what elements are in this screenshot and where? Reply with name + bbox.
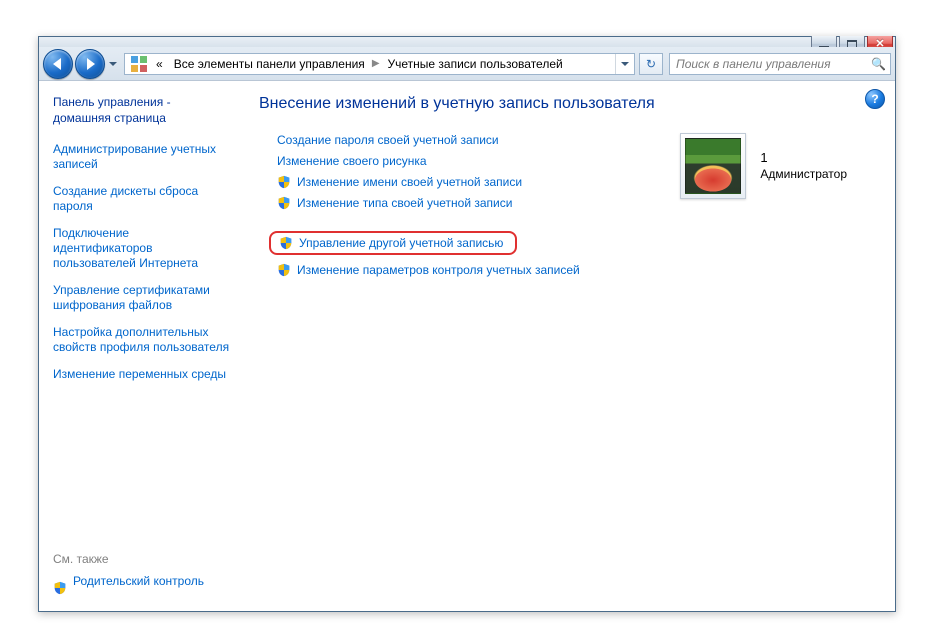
content-pane: ? Внесение изменений в учетную запись по… [241, 81, 895, 611]
address-bar: « Все элементы панели управления ▶ Учетн… [39, 47, 895, 81]
page-title: Внесение изменений в учетную запись поль… [259, 95, 877, 113]
see-also-link-row: Родительский контроль [53, 574, 231, 601]
chevron-down-icon [109, 62, 117, 66]
breadcrumb-prefix[interactable]: « [150, 54, 168, 74]
sidebar-link[interactable]: Создание дискеты сброса пароля [53, 184, 231, 214]
task-create-password[interactable]: Создание пароля своей учетной записи [277, 133, 499, 147]
account-tile[interactable]: 1 Администратор [680, 133, 847, 199]
back-button[interactable] [43, 49, 73, 79]
task-manage-other-account[interactable]: Управление другой учетной записью [299, 236, 503, 250]
shield-icon [279, 236, 293, 250]
task-row: Создание пароля своей учетной записи [277, 133, 580, 147]
search-input[interactable] [674, 56, 867, 72]
arrow-left-icon [53, 58, 61, 70]
breadcrumb[interactable]: « Все элементы панели управления ▶ Учетн… [124, 53, 635, 75]
parental-control-link[interactable]: Родительский контроль [73, 574, 204, 589]
avatar-frame [680, 133, 746, 199]
help-button[interactable]: ? [865, 89, 885, 109]
task-row: Изменение параметров контроля учетных за… [277, 263, 580, 277]
task-row: Изменение имени своей учетной записи [277, 175, 580, 189]
search-icon[interactable]: 🔍 [871, 57, 886, 71]
arrow-right-icon [87, 58, 95, 70]
task-change-picture[interactable]: Изменение своего рисунка [277, 154, 427, 168]
help-icon: ? [871, 92, 878, 106]
nav-history-dropdown[interactable] [107, 55, 119, 73]
window-chrome-top: ✕ [39, 37, 895, 47]
task-change-name[interactable]: Изменение имени своей учетной записи [297, 175, 522, 189]
main-row: Создание пароля своей учетной записи Изм… [259, 133, 877, 284]
shield-icon [277, 175, 291, 189]
refresh-button[interactable]: ↻ [639, 53, 663, 75]
highlighted-task: Управление другой учетной записью [269, 231, 517, 255]
task-change-type[interactable]: Изменение типа своей учетной записи [297, 196, 512, 210]
task-row: Изменение типа своей учетной записи [277, 196, 580, 210]
account-name: 1 [760, 150, 847, 167]
shield-icon [277, 196, 291, 210]
sidebar-link[interactable]: Подключение идентификаторов пользователе… [53, 226, 231, 271]
task-change-uac[interactable]: Изменение параметров контроля учетных за… [297, 263, 580, 277]
refresh-icon: ↻ [646, 57, 656, 71]
account-text: 1 Администратор [760, 150, 847, 182]
breadcrumb-sep-icon: ▶ [370, 58, 382, 69]
client-area: Панель управления - домашняя страница Ад… [39, 81, 895, 611]
breadcrumb-seg-1[interactable]: Все элементы панели управления [168, 54, 370, 74]
breadcrumb-dropdown[interactable] [615, 54, 634, 74]
forward-button[interactable] [75, 49, 105, 79]
breadcrumb-seg-2[interactable]: Учетные записи пользователей [382, 54, 568, 74]
tasks-list: Создание пароля своей учетной записи Изм… [259, 133, 580, 284]
see-also-section: См. также Родительский контроль [53, 552, 231, 601]
control-panel-home-link[interactable]: Панель управления - домашняя страница [53, 95, 231, 126]
control-panel-window: ✕ « Все элементы панели управления ▶ Уче… [38, 36, 896, 612]
sidebar-link[interactable]: Управление сертификатами шифрования файл… [53, 283, 231, 313]
shield-icon [53, 581, 67, 595]
avatar-image [685, 138, 741, 194]
control-panel-icon [131, 56, 147, 72]
task-row: Изменение своего рисунка [277, 154, 580, 168]
sidebar: Панель управления - домашняя страница Ад… [39, 81, 241, 611]
sidebar-link[interactable]: Настройка дополнительных свойств профиля… [53, 325, 231, 355]
search-box[interactable]: 🔍 [669, 53, 891, 75]
shield-icon [277, 263, 291, 277]
sidebar-link[interactable]: Администрирование учетных записей [53, 142, 231, 172]
see-also-label: См. также [53, 552, 231, 566]
chevron-down-icon [621, 62, 629, 66]
account-role: Администратор [760, 167, 847, 183]
sidebar-link[interactable]: Изменение переменных среды [53, 367, 231, 382]
